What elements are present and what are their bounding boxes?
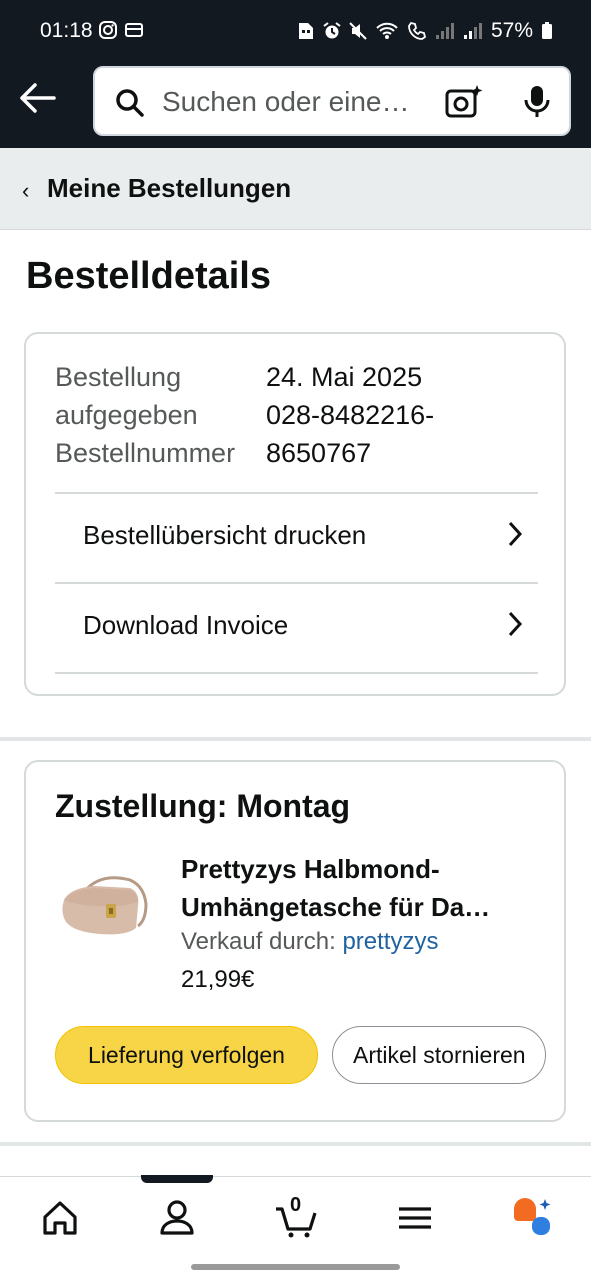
section-divider [0,1142,591,1146]
cancel-item-button[interactable]: Artikel stornieren [332,1026,546,1084]
alarm-icon [323,22,341,39]
menu-icon[interactable] [395,1197,435,1239]
order-placed-label: Bestellung [55,362,182,392]
seller-prefix: Verkauf durch: [181,928,343,955]
product-price: 21,99€ [181,966,255,993]
product-image[interactable] [60,870,150,938]
order-number-part-1: 028-8482216- [266,400,435,430]
chevron-right-icon [508,611,523,637]
assistant-icon[interactable] [510,1197,554,1239]
status-bar: 01:18 57% [0,0,591,64]
search-input[interactable]: Suchen oder eine… [93,66,571,136]
search-header: Suchen oder eine… [0,64,591,148]
product-title-line-1: Prettyzys Halbmond- [181,854,440,884]
seller-link[interactable]: prettyzys [342,928,438,955]
signal-2-icon [463,23,482,39]
section-divider [0,737,591,741]
order-info-card: Bestellung aufgegeben Bestellnummer 24. … [24,332,566,696]
card-icon [125,23,143,37]
microphone-icon[interactable] [523,84,551,120]
mute-icon [349,22,367,40]
sim-icon [298,23,313,39]
print-order-summary-label: Bestellübersicht drucken [83,520,367,550]
download-invoice-link[interactable]: Download Invoice [55,584,538,672]
status-system-icons: 57% [297,19,553,43]
active-tab-indicator [141,1175,213,1183]
wifi-icon [376,22,398,39]
status-notification-icons [98,20,144,40]
battery-icon [542,22,552,39]
print-order-summary-link[interactable]: Bestellübersicht drucken [55,494,538,582]
breadcrumb[interactable]: ‹ Meine Bestellungen [0,148,591,230]
divider [55,672,538,674]
search-icon [116,89,144,117]
call-icon [408,21,426,40]
product-title[interactable]: Prettyzys Halbmond- Umhängetasche für Da… [181,850,541,926]
order-number-label: Bestellnummer [55,438,236,468]
battery-percentage: 57% [490,19,533,42]
order-values: 24. Mai 2025 028-8482216- 8650767 [266,358,434,472]
chevron-left-icon: ‹ [22,178,30,203]
account-icon[interactable] [157,1197,197,1239]
bottom-navigation: 0 [0,1175,591,1258]
page-title: Bestelldetails [26,255,271,297]
camera-search-icon[interactable] [445,84,483,120]
search-placeholder: Suchen oder eine… [162,86,410,117]
order-number-part-2: 8650767 [266,438,372,468]
home-indicator[interactable] [191,1264,400,1270]
order-labels: Bestellung aufgegeben Bestellnummer [55,358,235,472]
home-icon[interactable] [40,1197,80,1239]
chevron-right-icon [508,521,523,547]
track-delivery-button[interactable]: Lieferung verfolgen [55,1026,318,1084]
download-invoice-label: Download Invoice [83,610,289,640]
delivery-heading: Zustellung: Montag [55,788,351,824]
delivery-card: Zustellung: Montag Prettyzys Halbmond- U… [24,760,566,1122]
signal-icon [435,23,454,39]
product-title-line-2: Umhängetasche für Da… [181,892,491,922]
order-placed-label-2: aufgegeben [55,400,198,430]
order-date: 24. Mai 2025 [266,362,423,392]
cart-count: 0 [290,1194,302,1216]
instagram-icon [99,21,117,39]
product-seller: Verkauf durch: prettyzys [181,928,438,956]
cart-button[interactable]: 0 [274,1194,318,1239]
breadcrumb-label[interactable]: Meine Bestellungen [47,173,291,204]
status-time: 01:18 [40,19,93,42]
back-arrow-icon[interactable] [18,82,58,114]
